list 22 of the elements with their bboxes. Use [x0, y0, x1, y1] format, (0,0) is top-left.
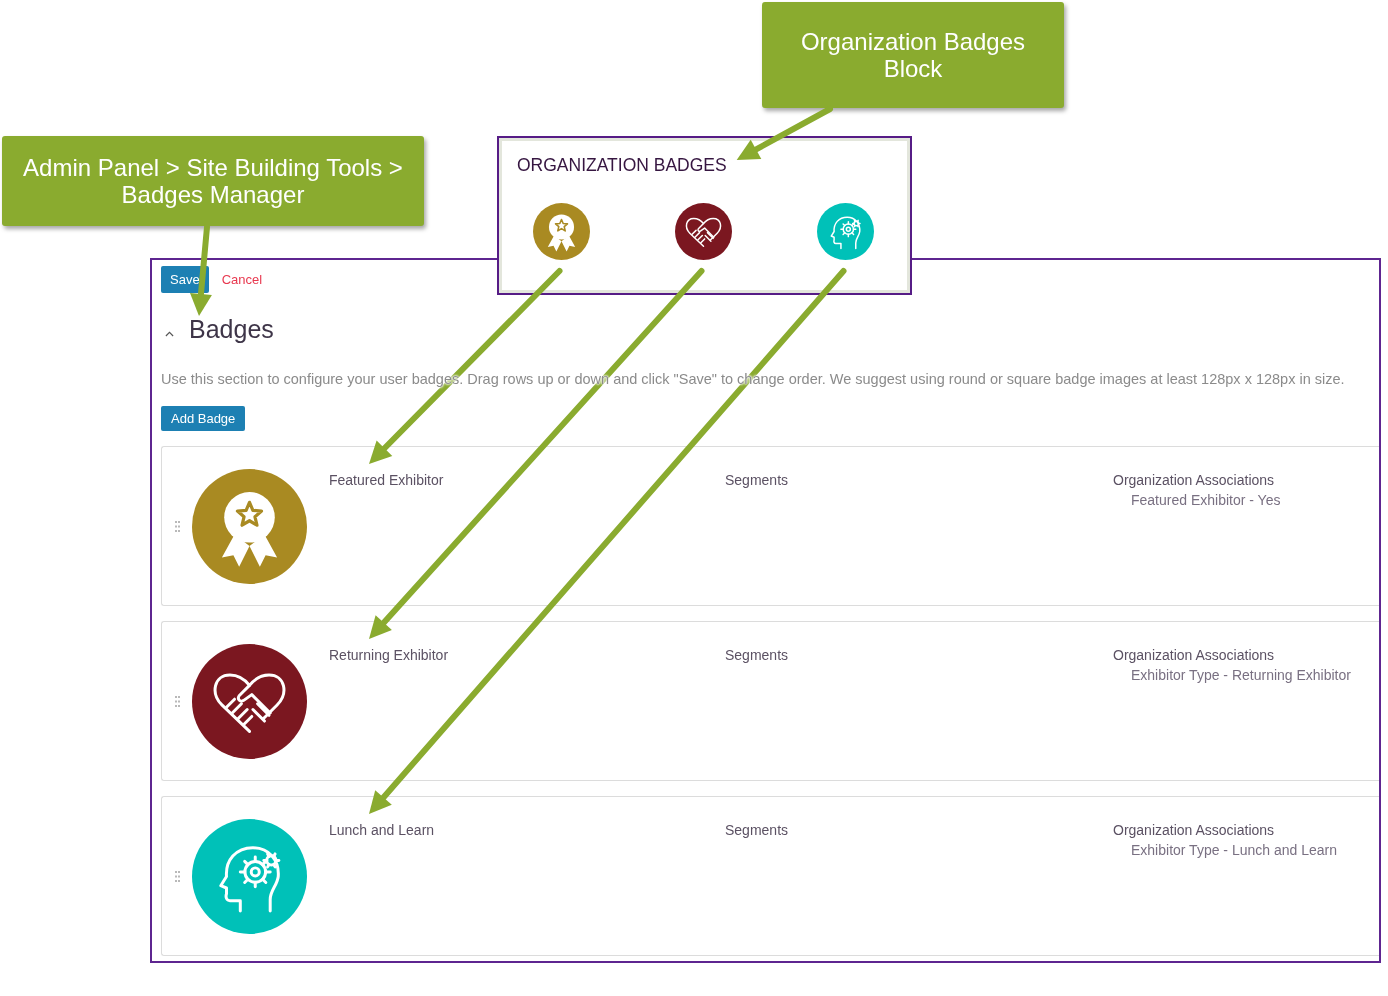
drag-handle-icon[interactable]: [175, 870, 180, 882]
badge-name: Returning Exhibitor: [329, 646, 450, 665]
drag-handle-icon[interactable]: [175, 695, 180, 707]
annotation-callout: Admin Panel > Site Building Tools > Badges Manager: [2, 136, 424, 226]
add-badge-button[interactable]: Add Badge: [161, 406, 246, 431]
association-value: Featured Exhibitor - Yes: [1130, 491, 1281, 510]
associations-label: Organization Associations: [1113, 471, 1276, 490]
block-title: ORGANIZATION BADGES: [517, 154, 727, 177]
chevron-up-icon[interactable]: [165, 330, 174, 337]
cancel-link[interactable]: Cancel: [221, 269, 263, 290]
annotation-callout: Organization Badges Block: [762, 2, 1064, 108]
segments-label: Segments: [725, 646, 790, 665]
association-value: Exhibitor Type - Lunch and Learn: [1130, 841, 1337, 860]
badge-name: Featured Exhibitor: [329, 471, 445, 490]
segments-label: Segments: [725, 471, 790, 490]
badge-name: Lunch and Learn: [329, 821, 436, 840]
associations-label: Organization Associations: [1113, 646, 1276, 665]
drag-handle-icon[interactable]: [175, 520, 180, 532]
segments-label: Segments: [725, 821, 790, 840]
associations-label: Organization Associations: [1113, 821, 1276, 840]
association-value: Exhibitor Type - Returning Exhibitor: [1130, 666, 1351, 685]
section-title: Badges: [189, 314, 274, 344]
